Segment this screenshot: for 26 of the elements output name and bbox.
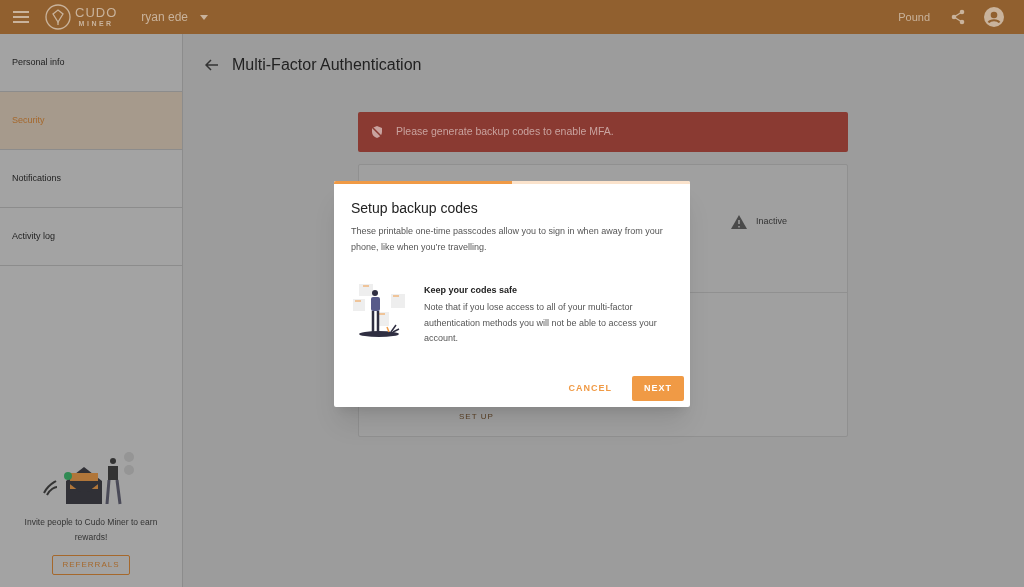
status-text: Inactive [755, 215, 787, 228]
note-title: Keep your codes safe [424, 284, 519, 296]
menu-icon[interactable] [13, 11, 29, 23]
cancel-button[interactable]: CANCEL [556, 376, 624, 401]
shield-off-icon [370, 125, 384, 139]
warning-icon [730, 215, 747, 229]
alert-text: Please generate backup codes to enable MFA. [396, 124, 614, 140]
sidebar-item[interactable]: Security [0, 92, 182, 150]
sidebar-item[interactable]: Activity log [0, 208, 182, 266]
set-up-link[interactable]: SET UP [459, 412, 494, 422]
share-icon[interactable] [950, 9, 966, 25]
page-title: Multi-Factor Authentication [232, 55, 422, 75]
invite-text: Invite people to Cudo Miner to earn rewards! [23, 516, 159, 544]
dialog-title: Setup backup codes [351, 199, 479, 217]
note-text: Note that if you lose access to all of your multi-factor authentication methods you will not be able to access your account. [424, 301, 658, 345]
next-button[interactable]: NEXT [632, 376, 684, 401]
sidebar-item[interactable]: Notifications [0, 150, 182, 208]
user-name: ryan ede [141, 9, 188, 26]
logo-wordmark: CUDO [75, 6, 118, 19]
currency-label[interactable]: Pound [898, 8, 930, 26]
dialog-intro: These printable one-time passcodes allow you to sign in when away from your phone, like when you’re travelling. [351, 225, 664, 254]
account-icon[interactable] [984, 7, 1004, 27]
logo-icon [45, 4, 71, 30]
caret-icon[interactable] [200, 14, 208, 20]
referrals-button[interactable]: REFERRALS [52, 555, 130, 575]
back-arrow-icon[interactable] [205, 59, 219, 71]
